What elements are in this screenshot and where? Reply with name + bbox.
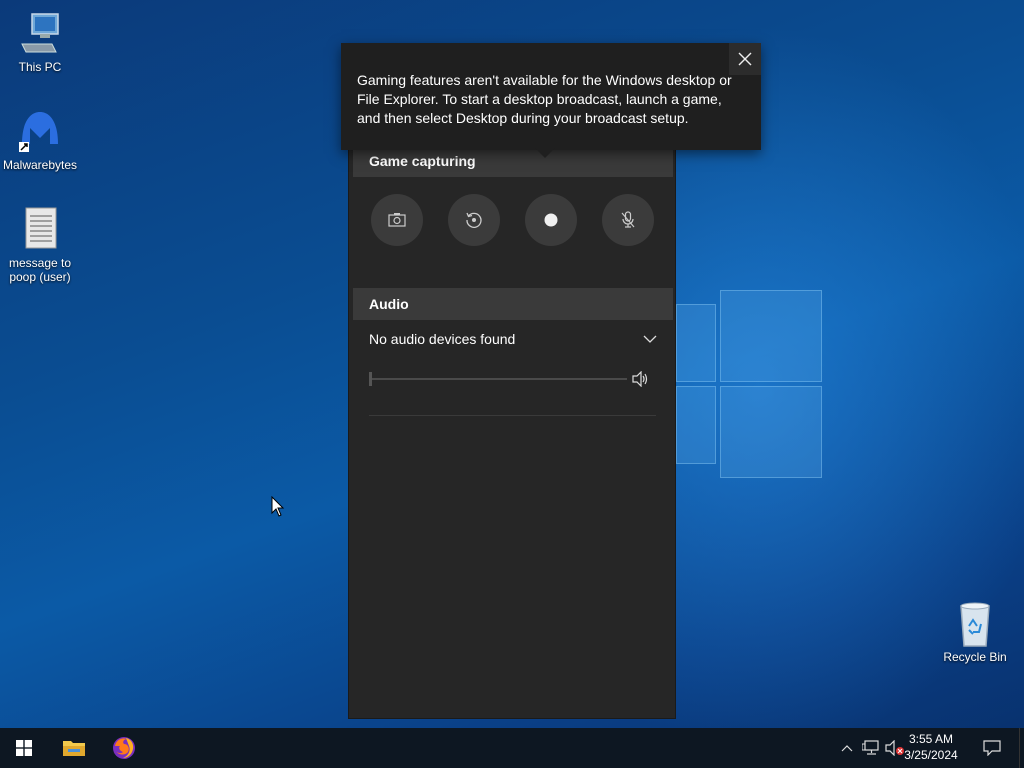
desktop-icon-recycle-bin[interactable]: Recycle Bin — [935, 600, 1015, 664]
network-tray-button[interactable] — [860, 728, 882, 768]
malwarebytes-icon — [16, 108, 64, 156]
tooltip-pointer — [535, 148, 555, 158]
record-last-30-button[interactable] — [448, 194, 500, 246]
record-last-icon — [466, 212, 482, 228]
text-file-icon — [16, 206, 64, 254]
audio-divider — [369, 415, 656, 416]
taskbar-clock[interactable]: 3:55 AM 3/25/2024 — [896, 731, 966, 763]
desktop-icon-this-pc[interactable]: This PC — [0, 10, 80, 74]
show-desktop-strip[interactable] — [1019, 728, 1024, 768]
network-icon — [862, 740, 879, 755]
audio-device-dropdown[interactable]: No audio devices found — [369, 331, 659, 351]
record-dot-icon — [544, 213, 558, 227]
clock-time: 3:55 AM — [908, 732, 954, 746]
screenshot-button[interactable] — [371, 194, 423, 246]
desktop-icon-label: This PC — [18, 60, 62, 74]
firefox-button[interactable] — [100, 728, 148, 768]
desktop-icon-message-file[interactable]: message to poop (user) — [0, 206, 80, 284]
wallpaper-windows-logo — [676, 290, 822, 480]
file-explorer-button[interactable] — [50, 728, 98, 768]
game-bar-panel: Game capturing Audio No audio devices fo — [348, 130, 676, 719]
show-hidden-icons-button[interactable] — [838, 728, 856, 768]
mouse-cursor-icon — [271, 496, 285, 517]
tooltip-text: Gaming features aren't available for the… — [357, 72, 732, 126]
audio-device-label: No audio devices found — [369, 331, 516, 347]
clock-date: 3/25/2024 — [904, 748, 958, 762]
desktop-icon-label: Malwarebytes — [2, 158, 78, 172]
notification-icon — [983, 740, 1001, 756]
desktop-icon-label: Recycle Bin — [943, 650, 1007, 664]
windows-start-icon — [16, 740, 32, 756]
chevron-down-icon — [643, 335, 657, 343]
speaker-icon — [632, 371, 648, 387]
chevron-up-icon — [841, 745, 853, 752]
taskbar: 3:55 AM 3/25/2024 — [0, 728, 1024, 768]
audio-header: Audio — [353, 288, 673, 320]
mic-toggle-button[interactable] — [602, 194, 654, 246]
recycle-bin-icon — [951, 600, 999, 648]
gaming-unavailable-tooltip: Gaming features aren't available for the… — [341, 43, 761, 150]
start-recording-button[interactable] — [525, 194, 577, 246]
close-icon — [738, 52, 752, 66]
volume-slider-track[interactable] — [369, 378, 627, 380]
firefox-icon — [113, 737, 135, 759]
desktop-icon-label: message to poop (user) — [8, 256, 72, 284]
computer-icon — [16, 10, 64, 58]
tooltip-close-button[interactable] — [729, 43, 761, 75]
action-center-button[interactable] — [978, 728, 1006, 768]
volume-slider-thumb[interactable] — [369, 372, 372, 386]
file-explorer-icon — [63, 741, 85, 756]
desktop-icon-malwarebytes[interactable]: Malwarebytes — [0, 108, 80, 172]
start-button[interactable] — [0, 728, 48, 768]
camera-icon — [388, 213, 406, 227]
mic-off-icon — [621, 211, 635, 228]
